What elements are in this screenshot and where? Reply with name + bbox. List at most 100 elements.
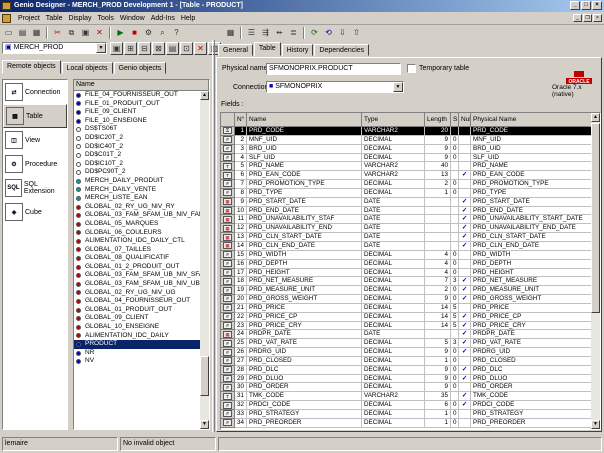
scroll-down-icon[interactable]: ▼ <box>591 420 600 429</box>
row-type-cell[interactable]: # <box>221 144 235 154</box>
column-header-3[interactable]: Type <box>362 113 425 127</box>
field-length-cell[interactable]: 4 <box>425 250 451 260</box>
table-row[interactable]: ⚿ 1 PRD_CODE VARCHAR2 20 PRD_CODE <box>221 127 600 136</box>
row-type-cell[interactable]: T <box>221 392 235 402</box>
object-list-scrollbar[interactable]: ▲ ▼ <box>200 91 209 429</box>
field-name-cell[interactable]: PRD_WIDTH <box>247 250 362 260</box>
list-item[interactable]: GLOBAL_03_FAM_SFAM_UB_NIV_UB <box>74 280 209 289</box>
menu-window[interactable]: Window <box>117 15 148 22</box>
field-physical-name-cell[interactable]: PRD_HEIGHT <box>471 268 593 278</box>
list-item[interactable]: ALIMENTATION_IDC_DAILY_CTL <box>74 237 209 246</box>
list-item[interactable]: MERCH_LISTE_EAN <box>74 194 209 203</box>
field-name-cell[interactable]: PRD_EAN_CODE <box>247 171 362 181</box>
field-type-cell[interactable]: DECIMAL <box>362 303 425 313</box>
nav-item-sql-extension[interactable]: SQL SQL Extension <box>3 176 67 200</box>
row-type-cell[interactable]: # <box>221 356 235 366</box>
field-name-cell[interactable]: PRD_DEPTH <box>247 259 362 269</box>
table-row[interactable]: #18 PRD_NET_MEASURE DECIMAL 7 3 ✓ PRD_NET_MEAS… <box>221 277 600 287</box>
field-scale-cell[interactable]: 0 <box>451 374 459 384</box>
field-physical-name-cell[interactable]: PRD_CLN_END_DATE <box>471 241 593 251</box>
list-item[interactable]: GLOBAL_08_QUALIFICATIF <box>74 254 209 263</box>
field-scale-cell[interactable]: 0 <box>451 188 459 198</box>
field-name-cell[interactable]: PRD_PREORDER <box>247 418 362 428</box>
grid-icon[interactable]: ⊟ <box>138 42 151 55</box>
field-length-cell[interactable]: 14 <box>425 321 451 331</box>
field-null-cell[interactable] <box>459 250 471 260</box>
field-scale-cell[interactable]: 0 <box>451 401 459 410</box>
temporary-table-checkbox[interactable] <box>407 64 416 73</box>
field-number-cell[interactable]: 6 <box>235 171 247 181</box>
column-header-0[interactable] <box>221 113 235 127</box>
field-length-cell[interactable]: 1 <box>425 356 451 366</box>
delete-icon[interactable]: ✕ <box>93 26 106 39</box>
field-length-cell[interactable]: 9 <box>425 365 451 375</box>
table-row[interactable]: ▦ 13 PRD_CLN_START_DATE DATE ✓ PRD_CLN_START_… <box>221 233 600 242</box>
field-physical-name-cell[interactable]: SLF_UID <box>471 153 593 163</box>
field-number-cell[interactable]: 13 <box>235 233 247 242</box>
run-icon[interactable]: ▶ <box>114 26 127 39</box>
field-name-cell[interactable]: PRDCI_CODE <box>247 401 362 410</box>
field-physical-name-cell[interactable]: PRD_CLN_START_DATE <box>471 233 593 242</box>
table-row[interactable]: #23 PRD_PRICE_CRY DECIMAL 14 5 ✓ PRD_PRICE_CRY <box>221 321 600 331</box>
table-row[interactable]: #7 PRD_PROMOTION_TYPE DECIMAL 2 0 PRD_PROMOTI… <box>221 180 600 189</box>
document-system-icon[interactable] <box>2 13 11 23</box>
field-physical-name-cell[interactable]: PRD_VAT_RATE <box>471 339 593 349</box>
field-length-cell[interactable] <box>425 215 451 225</box>
field-type-cell[interactable]: DECIMAL <box>362 374 425 384</box>
field-type-cell[interactable]: DECIMAL <box>362 144 425 154</box>
scroll-down-icon[interactable]: ▼ <box>200 420 209 429</box>
row-type-cell[interactable]: ▦ <box>221 241 235 251</box>
row-type-cell[interactable]: # <box>221 339 235 349</box>
field-physical-name-cell[interactable]: PRD_PRICE_CRY <box>471 321 593 331</box>
field-number-cell[interactable]: 1 <box>235 127 247 136</box>
field-length-cell[interactable]: 9 <box>425 383 451 393</box>
field-null-cell[interactable]: ✓ <box>459 171 471 181</box>
field-length-cell[interactable]: 20 <box>425 127 451 136</box>
field-null-cell[interactable]: ✓ <box>459 348 471 357</box>
insert-field-icon[interactable]: ⇶ <box>259 26 272 39</box>
field-number-cell[interactable]: 22 <box>235 312 247 322</box>
field-type-cell[interactable]: DECIMAL <box>362 339 425 349</box>
stop-icon[interactable]: ■ <box>128 26 141 39</box>
list-item[interactable]: MERCH_DAILY_VENTE <box>74 186 209 195</box>
column-header-2[interactable]: Name <box>247 113 362 127</box>
field-type-cell[interactable]: VARCHAR2 <box>362 162 425 172</box>
field-physical-name-cell[interactable]: PRD_TYPE <box>471 188 593 198</box>
field-number-cell[interactable]: 14 <box>235 241 247 251</box>
mdi-restore-button[interactable]: ❐ <box>583 14 592 22</box>
field-physical-name-cell[interactable]: PRD_EAN_CODE <box>471 171 593 181</box>
details-icon[interactable]: ▤ <box>166 42 179 55</box>
field-length-cell[interactable]: 4 <box>425 259 451 269</box>
menu-project[interactable]: Project <box>15 15 43 22</box>
field-list-icon[interactable]: ≣ <box>287 26 300 39</box>
table-row[interactable]: ▦ 14 PRD_CLN_END_DATE DATE ✓ PRD_CLN_END_DATE <box>221 241 600 251</box>
scroll-thumb[interactable] <box>200 356 209 396</box>
field-number-cell[interactable]: 3 <box>235 144 247 154</box>
table-row[interactable]: #17 PRD_HEIGHT DECIMAL 4 0 PRD_HEIGHT <box>221 268 600 278</box>
field-type-cell[interactable]: DECIMAL <box>362 356 425 366</box>
field-length-cell[interactable] <box>425 197 451 207</box>
panel-splitter[interactable] <box>212 40 215 432</box>
menu-tools[interactable]: Tools <box>94 15 116 22</box>
field-null-cell[interactable] <box>459 410 471 419</box>
table-row[interactable]: #28 PRD_DLC DECIMAL 9 0 ✓ PRD_DLC <box>221 365 600 375</box>
field-name-cell[interactable]: PRD_CLN_END_DATE <box>247 241 362 251</box>
field-null-cell[interactable]: ✓ <box>459 339 471 349</box>
field-scale-cell[interactable]: 3 <box>451 277 459 287</box>
field-type-cell[interactable]: DECIMAL <box>362 286 425 296</box>
field-name-cell[interactable]: PRD_HEIGHT <box>247 268 362 278</box>
field-physical-name-cell[interactable]: PRD_CLOSED <box>471 356 593 366</box>
field-number-cell[interactable]: 16 <box>235 259 247 269</box>
list-item[interactable]: NR <box>74 349 209 358</box>
field-type-cell[interactable]: DECIMAL <box>362 180 425 189</box>
tab-remote-objects[interactable]: Remote objects <box>2 60 61 74</box>
list-item[interactable]: FILE_01_PRODUIT_OUT <box>74 100 209 109</box>
field-type-cell[interactable]: DECIMAL <box>362 321 425 331</box>
field-number-cell[interactable]: 11 <box>235 215 247 225</box>
column-header-4[interactable]: Length <box>425 113 451 127</box>
field-type-cell[interactable]: DECIMAL <box>362 188 425 198</box>
field-scale-cell[interactable]: 0 <box>451 250 459 260</box>
row-type-cell[interactable]: # <box>221 250 235 260</box>
field-scale-cell[interactable] <box>451 162 459 172</box>
field-physical-name-cell[interactable]: PRD_PRICE <box>471 303 593 313</box>
